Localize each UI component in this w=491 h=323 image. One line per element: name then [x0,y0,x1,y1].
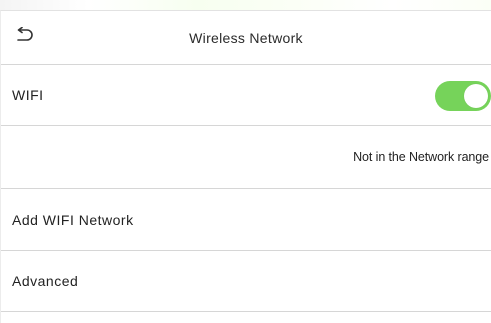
back-button[interactable] [11,24,37,50]
back-arrow-icon [14,26,34,48]
header-bar: Wireless Network [1,11,491,65]
network-status-text: Not in the Network range [353,150,489,164]
page-title: Wireless Network [189,29,303,46]
add-wifi-network-label: Add WIFI Network [12,211,134,228]
advanced-row[interactable]: Advanced [1,251,491,312]
wifi-label: WIFI [12,87,44,103]
wifi-row[interactable]: WIFI [1,65,491,126]
wifi-toggle[interactable] [435,81,491,111]
add-wifi-network-row[interactable]: Add WIFI Network [1,189,491,251]
wireless-network-screen: Wireless Network WIFI Not in the Network… [0,10,491,323]
toggle-knob [464,84,488,108]
network-status-row: Not in the Network range [1,126,491,189]
advanced-label: Advanced [12,273,79,289]
